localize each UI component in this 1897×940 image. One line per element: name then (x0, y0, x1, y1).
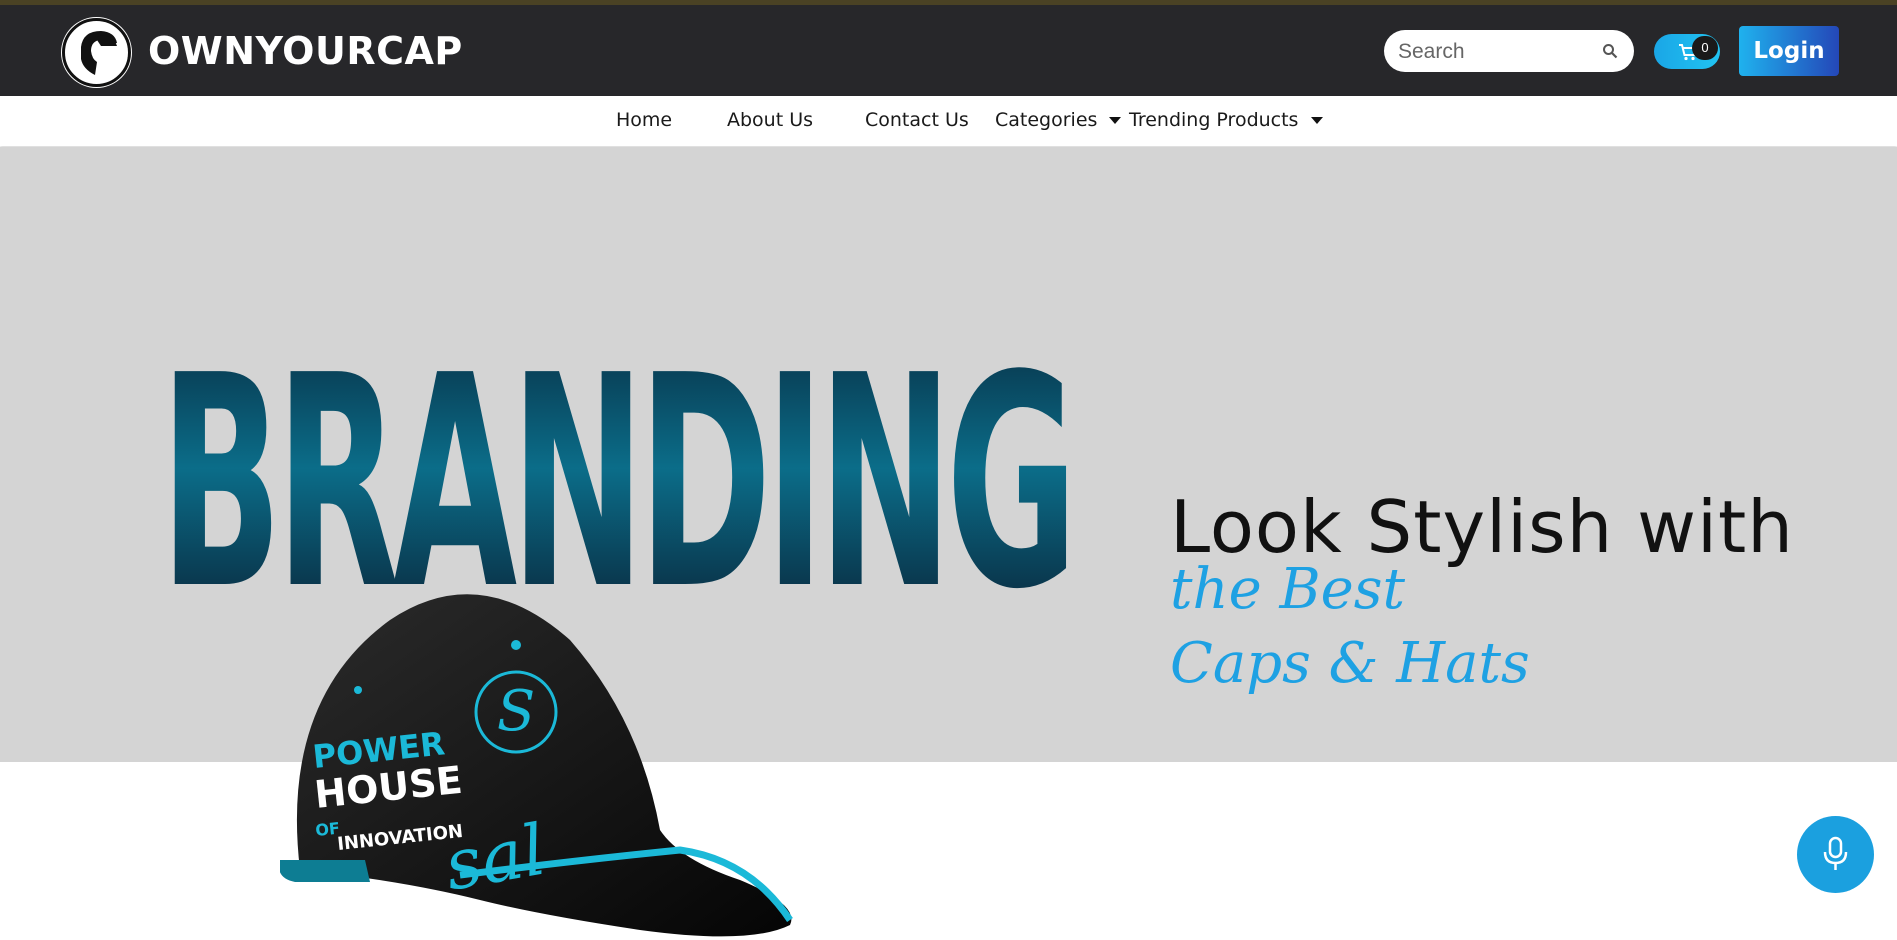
site-header: OWNYOURCAP 0 Login (0, 5, 1897, 96)
cart-count-badge: 0 (1692, 36, 1718, 60)
login-button[interactable]: Login (1739, 26, 1839, 76)
nav-item-home[interactable]: Home (616, 109, 672, 131)
nav-item-trending-products[interactable]: Trending Products (1129, 109, 1323, 131)
svg-text:S: S (497, 679, 535, 744)
brand-name[interactable]: OWNYOURCAP (148, 29, 463, 73)
logo-icon[interactable] (61, 17, 132, 88)
voice-search-button[interactable] (1797, 816, 1874, 893)
search-input[interactable] (1396, 30, 1600, 74)
main-nav: Home About Us Contact Us Categories Tren… (0, 96, 1897, 146)
nav-item-contact-us[interactable]: Contact Us (865, 109, 969, 131)
hero-script-line-1: the Best (1170, 557, 1406, 622)
search-icon[interactable] (1602, 43, 1618, 64)
nav-item-label: Categories (995, 109, 1098, 131)
nav-item-label: Trending Products (1129, 109, 1299, 131)
cap-image: S POWER HOUSE OF INNOVATION sal (280, 594, 793, 937)
caret-down-icon (1109, 116, 1122, 124)
nav-item-label: Contact Us (865, 109, 969, 131)
nav-item-label: Home (616, 109, 673, 131)
hero-script-line-2: Caps & Hats (1170, 631, 1530, 696)
cap-signature: sal (439, 809, 552, 907)
hero-banner: BRANDING S POWER HOUSE OF INNOVATION sal… (0, 147, 1897, 937)
search-box[interactable] (1384, 30, 1634, 74)
caret-down-icon (1310, 116, 1323, 124)
nav-item-label: About Us (727, 109, 814, 131)
nav-item-about-us[interactable]: About Us (727, 109, 813, 131)
microphone-icon (1823, 836, 1848, 870)
nav-item-categories[interactable]: Categories (995, 109, 1122, 131)
